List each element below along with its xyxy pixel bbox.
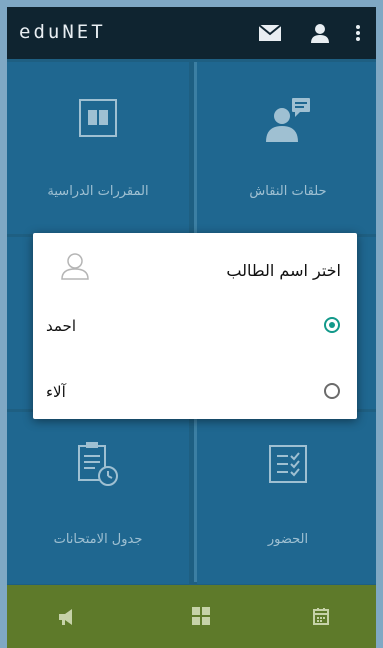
tile-label: جدول الامتحانات: [53, 532, 143, 547]
device-frame: eduNET المقررات الدراسية حلقات النقاش جد…: [0, 0, 383, 648]
app-bar: eduNET: [7, 7, 376, 59]
grid-icon[interactable]: [192, 607, 212, 627]
exam-schedule-icon: [75, 440, 121, 492]
radio-button[interactable]: [324, 383, 340, 399]
option-student-alaa[interactable]: آلاء: [33, 373, 357, 413]
option-student-ahmed[interactable]: احمد: [33, 307, 357, 347]
option-label: آلاء: [46, 383, 66, 401]
option-label: احمد: [46, 317, 76, 335]
radio-button-selected[interactable]: [324, 317, 340, 333]
bottom-nav: [7, 585, 376, 648]
tile-courses[interactable]: المقررات الدراسية: [7, 62, 189, 234]
dialog-title: اختر اسم الطالب: [226, 261, 341, 280]
tile-label: حلقات النقاش: [249, 184, 327, 199]
mail-icon[interactable]: [258, 21, 282, 45]
book-icon: [78, 98, 118, 142]
attendance-icon: [268, 444, 308, 488]
user-icon[interactable]: [308, 21, 332, 45]
tile-exam-schedule[interactable]: جدول الامتحانات: [7, 412, 189, 584]
tile-attendance[interactable]: الحضور: [197, 412, 376, 584]
tile-label: الحضور: [267, 532, 309, 547]
calendar-icon[interactable]: [313, 607, 333, 627]
tile-discussions[interactable]: حلقات النقاش: [197, 62, 376, 234]
more-vertical-icon[interactable]: [346, 21, 370, 45]
announcement-icon[interactable]: [57, 607, 77, 627]
discussion-icon: [264, 96, 312, 150]
app-title: eduNET: [19, 21, 106, 43]
avatar-icon: [60, 251, 90, 281]
app-screen: eduNET المقررات الدراسية حلقات النقاش جد…: [7, 7, 376, 648]
student-picker-dialog: اختر اسم الطالب احمد آلاء: [33, 233, 357, 419]
tile-label: المقررات الدراسية: [47, 184, 149, 199]
